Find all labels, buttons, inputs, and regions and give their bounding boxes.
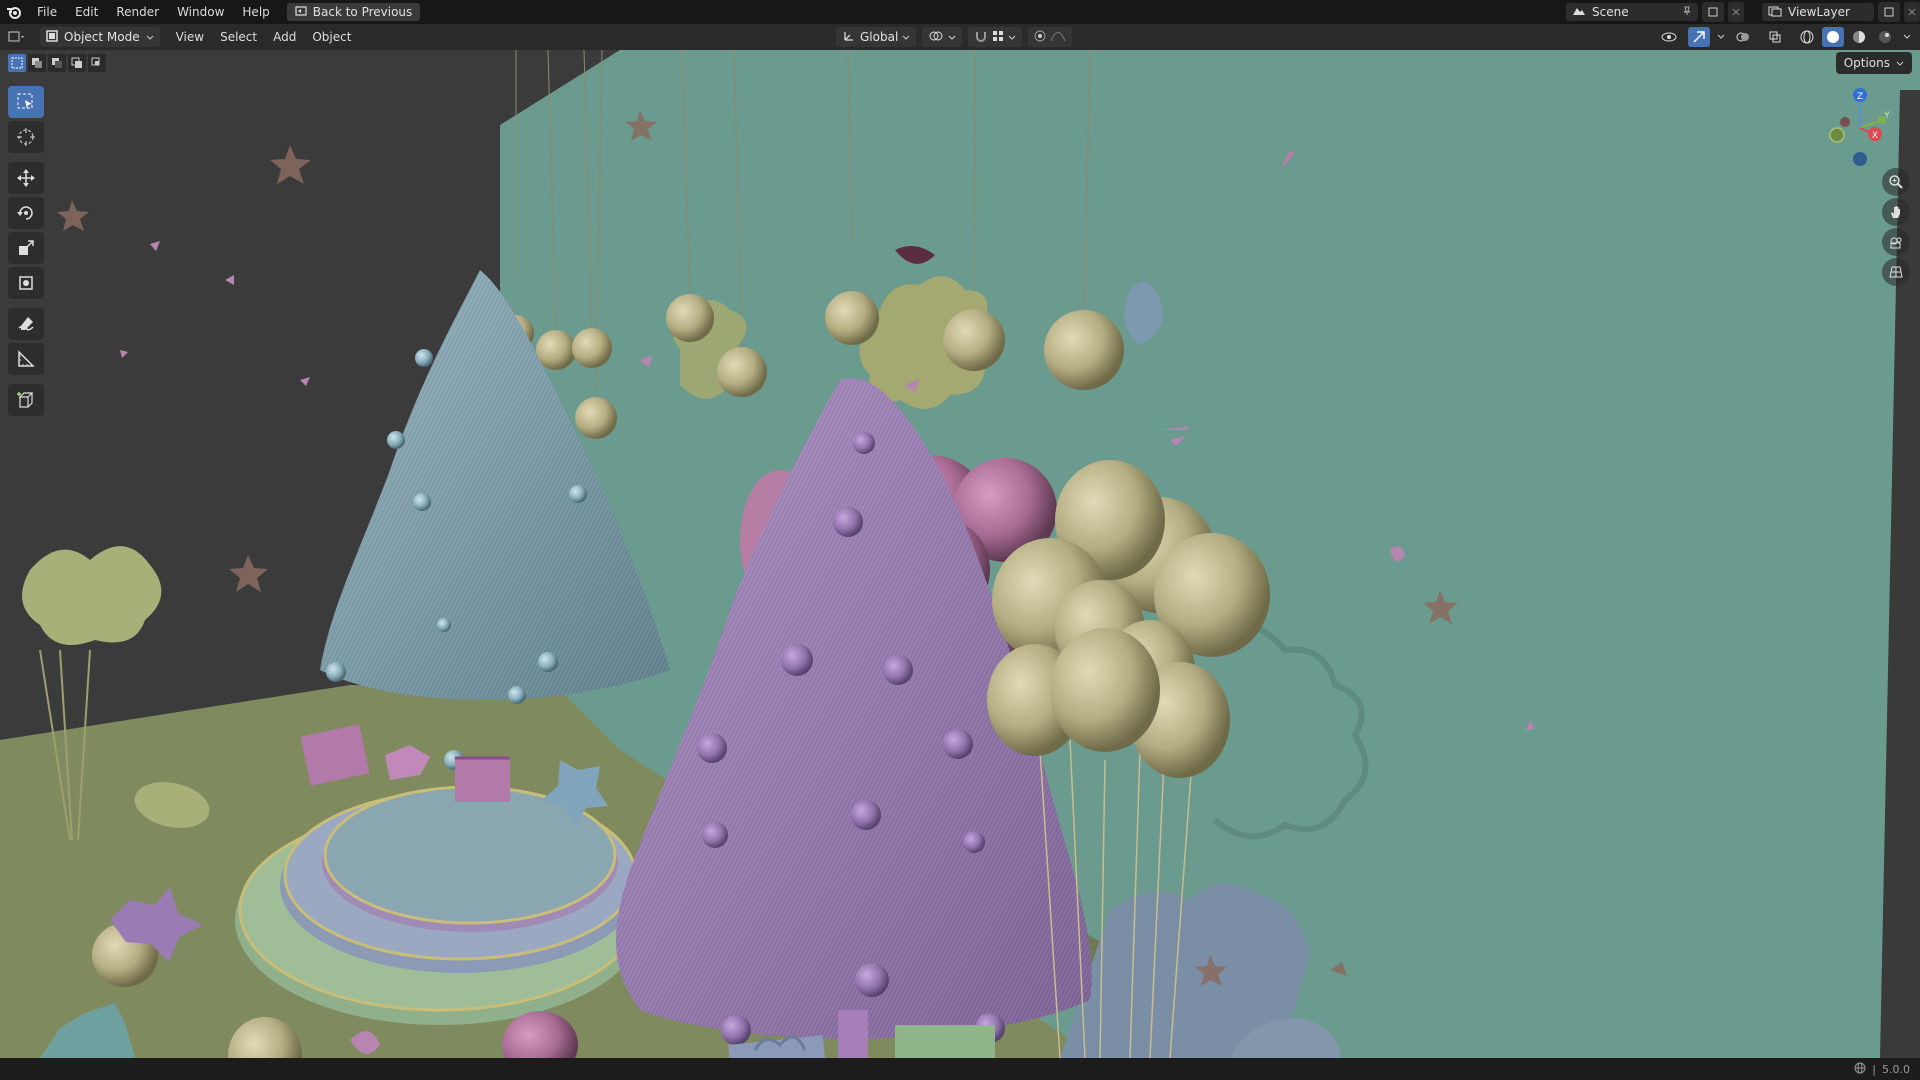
menu-object[interactable]: Object <box>304 27 359 47</box>
pin-icon[interactable] <box>1682 5 1692 19</box>
menu-view[interactable]: View <box>168 27 212 47</box>
view-layer-name: ViewLayer <box>1788 5 1850 19</box>
select-box-tool-icon[interactable] <box>8 86 44 118</box>
options-label: Options <box>1843 56 1890 70</box>
version-label: 5.0.0 <box>1882 1062 1910 1076</box>
select-subtract-icon[interactable] <box>48 54 66 72</box>
orientation-label: Global <box>860 30 899 44</box>
3d-viewport[interactable] <box>0 50 1920 1058</box>
measure-tool-icon[interactable] <box>8 343 44 375</box>
view-layer-selector[interactable]: ViewLayer <box>1762 3 1874 21</box>
editor-type-icon[interactable] <box>0 27 34 47</box>
move-tool-icon[interactable] <box>8 162 44 194</box>
camera-view-icon[interactable] <box>1882 228 1910 256</box>
globe-icon <box>1854 1062 1866 1077</box>
annotate-tool-icon[interactable] <box>8 308 44 340</box>
gizmo-toggle-icon[interactable] <box>1688 27 1710 47</box>
chevron-down-icon <box>146 30 154 44</box>
screen-back-icon <box>295 5 307 20</box>
select-extend-icon[interactable] <box>28 54 46 72</box>
back-to-previous-label: Back to Previous <box>312 5 413 19</box>
status-bar: | 5.0.0 <box>0 1058 1920 1080</box>
gizmo-y-label: Y <box>1883 111 1890 121</box>
top-menu-bar: File Edit Render Window Help Back to Pre… <box>0 0 1920 24</box>
rotate-tool-icon[interactable] <box>8 197 44 229</box>
xray-toggle-icon[interactable] <box>1764 27 1786 47</box>
viewport-display-controls <box>1654 27 1914 47</box>
gizmo-neg-z-icon[interactable] <box>1853 152 1867 166</box>
chevron-down-icon <box>902 30 910 44</box>
version-info: | 5.0.0 <box>1854 1062 1920 1077</box>
object-mode-icon <box>46 29 58 45</box>
view-layer-icon <box>1768 5 1782 20</box>
menu-add[interactable]: Add <box>265 27 304 47</box>
zoom-icon[interactable] <box>1882 168 1910 196</box>
scene-icon <box>1572 5 1586 20</box>
blender-logo-icon[interactable] <box>0 0 28 24</box>
pan-hand-icon[interactable] <box>1882 198 1910 226</box>
visibility-eye-icon[interactable] <box>1654 27 1684 47</box>
proportional-editing[interactable] <box>1028 27 1073 47</box>
new-scene-icon[interactable] <box>1702 2 1724 22</box>
navigation-gizmo[interactable]: Z Y X <box>1820 84 1900 174</box>
select-new-icon[interactable] <box>8 54 26 72</box>
pivot-icon <box>928 29 944 46</box>
menu-file[interactable]: File <box>28 0 66 24</box>
mode-label: Object Mode <box>64 30 140 44</box>
transform-orientation-dropdown[interactable]: Global <box>836 27 917 47</box>
scene-name: Scene <box>1592 5 1629 19</box>
gizmo-x-label: X <box>1872 131 1878 141</box>
add-cube-tool-icon[interactable] <box>8 384 44 416</box>
rendered-shading-icon[interactable] <box>1874 27 1896 47</box>
falloff-curve-icon[interactable] <box>1050 30 1066 45</box>
new-view-layer-icon[interactable] <box>1878 2 1900 22</box>
solid-shading-icon[interactable] <box>1822 27 1844 47</box>
scale-tool-icon[interactable] <box>8 232 44 264</box>
snap-controls[interactable] <box>968 27 1023 47</box>
pivot-point-dropdown[interactable] <box>922 27 963 47</box>
chevron-down-icon <box>1008 30 1016 44</box>
scene-selector[interactable]: Scene <box>1566 3 1698 21</box>
back-to-previous-button[interactable]: Back to Previous <box>286 3 421 21</box>
tool-shelf <box>8 86 46 419</box>
select-intersect-icon[interactable] <box>88 54 106 72</box>
options-dropdown[interactable]: Options <box>1835 52 1912 74</box>
top-right-selectors: Scene ViewLayer <box>1566 0 1920 24</box>
version-separator: | <box>1872 1062 1876 1076</box>
gizmo-dropdown-icon[interactable] <box>1714 27 1728 47</box>
selection-mode-buttons <box>8 54 106 72</box>
menu-select[interactable]: Select <box>212 27 265 47</box>
chevron-down-icon <box>1896 56 1904 70</box>
orientation-axes-icon <box>842 29 856 46</box>
chevron-down-icon <box>948 30 956 44</box>
transform-tool-icon[interactable] <box>8 267 44 299</box>
proportional-edit-icon[interactable] <box>1034 30 1046 45</box>
magnet-icon[interactable] <box>974 29 988 46</box>
snap-grid-icon[interactable] <box>992 30 1004 45</box>
select-invert-icon[interactable] <box>68 54 86 72</box>
perspective-grid-icon[interactable] <box>1882 258 1910 286</box>
menu-help[interactable]: Help <box>233 0 278 24</box>
transform-tools: Global <box>836 27 1073 47</box>
object-mode-dropdown[interactable]: Object Mode <box>40 27 160 47</box>
delete-scene-icon[interactable] <box>1728 2 1744 22</box>
menu-window[interactable]: Window <box>168 0 233 24</box>
cursor-tool-icon[interactable] <box>8 121 44 153</box>
gizmo-z-label: Z <box>1857 92 1863 102</box>
gizmo-neg-x-icon[interactable] <box>1840 117 1850 127</box>
overlays-icon[interactable] <box>1732 27 1754 47</box>
delete-view-layer-icon[interactable] <box>1904 2 1920 22</box>
scene-render <box>0 50 1920 1058</box>
wireframe-shading-icon[interactable] <box>1796 27 1818 47</box>
gizmo-neg-y-icon[interactable] <box>1829 127 1845 143</box>
menu-render[interactable]: Render <box>107 0 168 24</box>
material-shading-icon[interactable] <box>1848 27 1870 47</box>
shading-dropdown-icon[interactable] <box>1900 27 1914 47</box>
menu-edit[interactable]: Edit <box>66 0 107 24</box>
